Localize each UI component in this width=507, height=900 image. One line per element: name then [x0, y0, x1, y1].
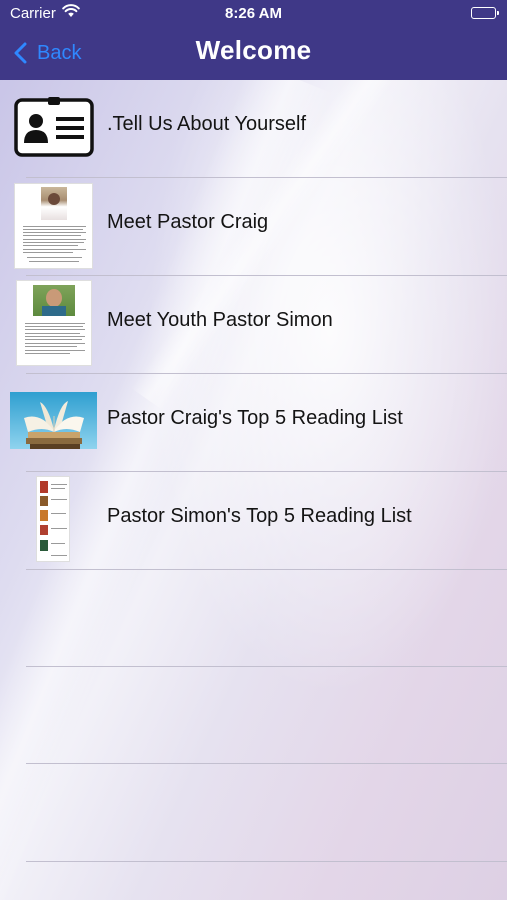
row-divider: [26, 861, 507, 862]
page-title: Welcome: [195, 35, 312, 65]
navigation-bar: Carrier 8:26 AM Back Welcome: [0, 0, 507, 80]
list-item-label: Pastor Craig's Top 5 Reading List: [107, 407, 403, 429]
book-list-thumbnail: [36, 476, 70, 562]
list-item-meet-youth-pastor-simon[interactable]: Meet Youth Pastor Simon: [0, 276, 507, 373]
row-divider: [26, 666, 507, 667]
list-item-tell-us-about-yourself[interactable]: .Tell Us About Yourself: [0, 80, 507, 177]
contact-card-icon: [14, 97, 94, 157]
list-item-pastor-simon-reading-list[interactable]: Pastor Simon's Top 5 Reading List: [0, 472, 507, 569]
clock: 8:26 AM: [225, 5, 282, 22]
list-item-meet-pastor-craig[interactable]: Meet Pastor Craig: [0, 178, 507, 275]
screen-background: Carrier 8:26 AM Back Welcome .Tell Us Ab…: [0, 0, 507, 900]
row-divider: [26, 569, 507, 570]
list-item-pastor-craig-reading-list[interactable]: Pastor Craig's Top 5 Reading List: [0, 374, 507, 471]
list-item-label: Meet Pastor Craig: [107, 211, 269, 233]
status-bar: Carrier 8:26 AM: [0, 0, 507, 28]
pastor-craig-thumbnail: [14, 183, 93, 269]
pastor-simon-thumbnail: [16, 280, 92, 366]
list-item-label: Meet Youth Pastor Simon: [107, 309, 333, 331]
list-item-label: .Tell Us About Yourself: [107, 113, 307, 135]
battery-icon: [471, 7, 499, 19]
open-book-thumbnail: [10, 392, 97, 449]
row-divider: [26, 763, 507, 764]
list-item-label: Pastor Simon's Top 5 Reading List: [107, 505, 412, 527]
